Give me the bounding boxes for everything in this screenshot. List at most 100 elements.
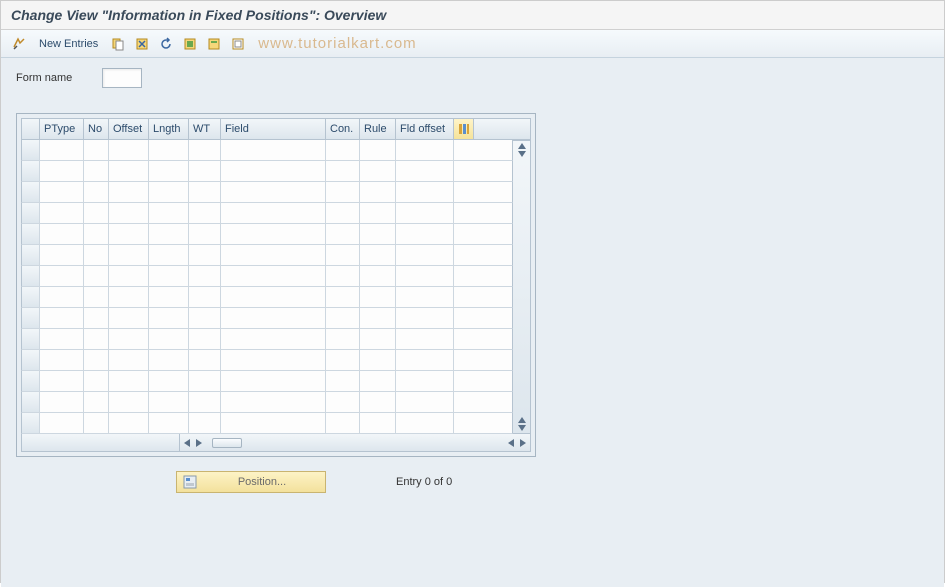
select-all-icon[interactable] <box>180 34 200 54</box>
row-selector[interactable] <box>22 308 40 328</box>
cell[interactable] <box>360 329 396 349</box>
cell[interactable] <box>149 329 189 349</box>
table-row[interactable] <box>21 413 513 434</box>
cell[interactable] <box>221 224 326 244</box>
cell[interactable] <box>189 413 221 433</box>
row-selector[interactable] <box>22 161 40 181</box>
cell[interactable] <box>221 392 326 412</box>
cell[interactable] <box>360 371 396 391</box>
scroll-right-icon[interactable] <box>196 439 202 447</box>
cell[interactable] <box>221 413 326 433</box>
form-name-input[interactable] <box>102 68 142 88</box>
cell[interactable] <box>396 392 454 412</box>
cell[interactable] <box>360 224 396 244</box>
cell[interactable] <box>40 140 84 160</box>
col-field[interactable]: Field <box>221 119 326 139</box>
cell[interactable] <box>40 371 84 391</box>
table-row[interactable] <box>21 329 513 350</box>
cell[interactable] <box>84 371 109 391</box>
row-selector[interactable] <box>22 350 40 370</box>
col-wt[interactable]: WT <box>189 119 221 139</box>
cell[interactable] <box>149 266 189 286</box>
cell[interactable] <box>40 392 84 412</box>
cell[interactable] <box>221 245 326 265</box>
cell[interactable] <box>84 245 109 265</box>
cell[interactable] <box>221 266 326 286</box>
cell[interactable] <box>189 308 221 328</box>
cell[interactable] <box>149 350 189 370</box>
cell[interactable] <box>326 413 360 433</box>
scroll-thumb[interactable] <box>212 438 242 448</box>
cell[interactable] <box>40 350 84 370</box>
horizontal-scrollbar[interactable] <box>21 434 531 452</box>
cell[interactable] <box>360 245 396 265</box>
cell[interactable] <box>396 140 454 160</box>
row-selector[interactable] <box>22 140 40 160</box>
cell[interactable] <box>40 245 84 265</box>
cell[interactable] <box>149 245 189 265</box>
cell[interactable] <box>396 161 454 181</box>
cell[interactable] <box>221 308 326 328</box>
scroll-down-icon[interactable] <box>518 151 526 157</box>
cell[interactable] <box>396 329 454 349</box>
cell[interactable] <box>221 371 326 391</box>
col-con[interactable]: Con. <box>326 119 360 139</box>
cell[interactable] <box>149 392 189 412</box>
cell[interactable] <box>40 308 84 328</box>
cell[interactable] <box>360 266 396 286</box>
cell[interactable] <box>189 140 221 160</box>
cell[interactable] <box>396 350 454 370</box>
cell[interactable] <box>396 371 454 391</box>
cell[interactable] <box>109 266 149 286</box>
row-selector[interactable] <box>22 329 40 349</box>
cell[interactable] <box>396 203 454 223</box>
cell[interactable] <box>189 266 221 286</box>
toggle-display-icon[interactable] <box>9 34 29 54</box>
table-row[interactable] <box>21 203 513 224</box>
cell[interactable] <box>396 266 454 286</box>
cell[interactable] <box>109 413 149 433</box>
scroll-left-icon[interactable] <box>184 439 190 447</box>
cell[interactable] <box>84 392 109 412</box>
cell[interactable] <box>326 371 360 391</box>
cell[interactable] <box>189 245 221 265</box>
cell[interactable] <box>221 287 326 307</box>
cell[interactable] <box>109 224 149 244</box>
cell[interactable] <box>149 161 189 181</box>
row-selector[interactable] <box>22 392 40 412</box>
row-selector[interactable] <box>22 266 40 286</box>
cell[interactable] <box>360 140 396 160</box>
copy-icon[interactable] <box>108 34 128 54</box>
table-row[interactable] <box>21 245 513 266</box>
cell[interactable] <box>109 350 149 370</box>
table-row[interactable] <box>21 161 513 182</box>
cell[interactable] <box>40 182 84 202</box>
table-row[interactable] <box>21 371 513 392</box>
scroll-up-icon[interactable] <box>518 143 526 149</box>
cell[interactable] <box>326 329 360 349</box>
cell[interactable] <box>189 161 221 181</box>
cell[interactable] <box>189 392 221 412</box>
cell[interactable] <box>326 203 360 223</box>
row-selector[interactable] <box>22 287 40 307</box>
cell[interactable] <box>84 413 109 433</box>
cell[interactable] <box>221 350 326 370</box>
cell[interactable] <box>326 287 360 307</box>
cell[interactable] <box>84 182 109 202</box>
table-row[interactable] <box>21 287 513 308</box>
cell[interactable] <box>149 224 189 244</box>
cell[interactable] <box>326 308 360 328</box>
cell[interactable] <box>360 392 396 412</box>
cell[interactable] <box>84 224 109 244</box>
cell[interactable] <box>221 161 326 181</box>
cell[interactable] <box>221 329 326 349</box>
cell[interactable] <box>189 182 221 202</box>
cell[interactable] <box>396 413 454 433</box>
cell[interactable] <box>189 350 221 370</box>
cell[interactable] <box>84 329 109 349</box>
cell[interactable] <box>396 245 454 265</box>
delete-icon[interactable] <box>132 34 152 54</box>
row-selector[interactable] <box>22 224 40 244</box>
cell[interactable] <box>326 224 360 244</box>
row-selector[interactable] <box>22 413 40 433</box>
